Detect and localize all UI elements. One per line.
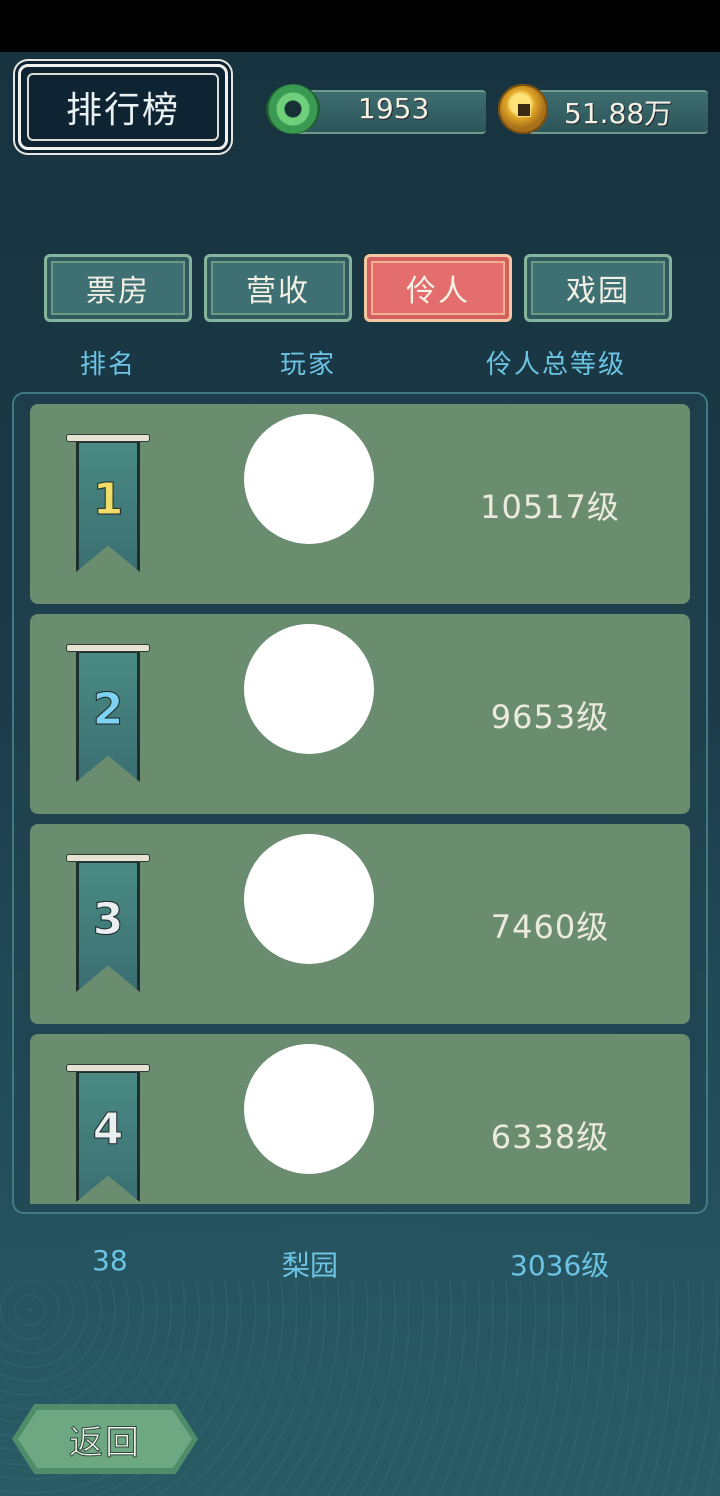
tab-performers[interactable]: 伶人 [364,254,512,322]
ranking-row[interactable]: 4 6338级 [30,1034,690,1204]
ranking-list[interactable]: 1 10517级 2 9653级 3 7460级 4 6338级 [30,404,690,1204]
self-level: 3036级 [510,1249,610,1282]
ranking-row[interactable]: 2 9653级 [30,614,690,814]
tab-revenue[interactable]: 营收 [204,254,352,322]
ranking-row[interactable]: 1 10517级 [30,404,690,604]
tab-theater[interactable]: 戏园 [524,254,672,322]
rank-banner-icon: 3 [66,854,150,994]
column-header-player: 玩家 [280,350,337,380]
jade-currency-value: 1953 [358,92,430,125]
level-value: 6338级 [490,1118,610,1156]
jade-ring-icon [266,84,320,134]
tab-box-office[interactable]: 票房 [44,254,192,322]
level-value: 9653级 [490,698,610,736]
coin-currency: 51.88万 [498,84,708,134]
back-button[interactable]: 返回 [12,1404,198,1474]
page-title: 排行榜 [65,90,180,131]
self-rank: 38 [92,1244,128,1277]
avatar[interactable] [244,1044,374,1174]
jade-currency: 1953 [266,84,492,134]
level-value: 7460级 [490,908,610,946]
rank-number: 3 [92,894,124,946]
back-button-label: 返回 [69,1422,141,1463]
page-title-plaque: 排行榜 [18,64,228,150]
ranking-row[interactable]: 3 7460级 [30,824,690,1024]
rank-banner-icon: 2 [66,644,150,784]
copper-coin-icon [498,84,548,134]
column-header-rank: 排名 [80,350,137,380]
avatar[interactable] [244,414,374,544]
column-header-level: 伶人总等级 [486,350,627,380]
avatar[interactable] [244,624,374,754]
rank-banner-icon: 4 [66,1064,150,1204]
rank-number: 4 [92,1104,124,1156]
self-player-name: 梨园 [282,1249,339,1282]
rank-number: 2 [92,684,124,736]
status-bar [0,0,720,52]
avatar[interactable] [244,834,374,964]
coin-currency-value: 51.88万 [564,97,673,130]
level-value: 10517级 [480,488,620,526]
rank-banner-icon: 1 [66,434,150,574]
rank-number: 1 [92,474,124,526]
